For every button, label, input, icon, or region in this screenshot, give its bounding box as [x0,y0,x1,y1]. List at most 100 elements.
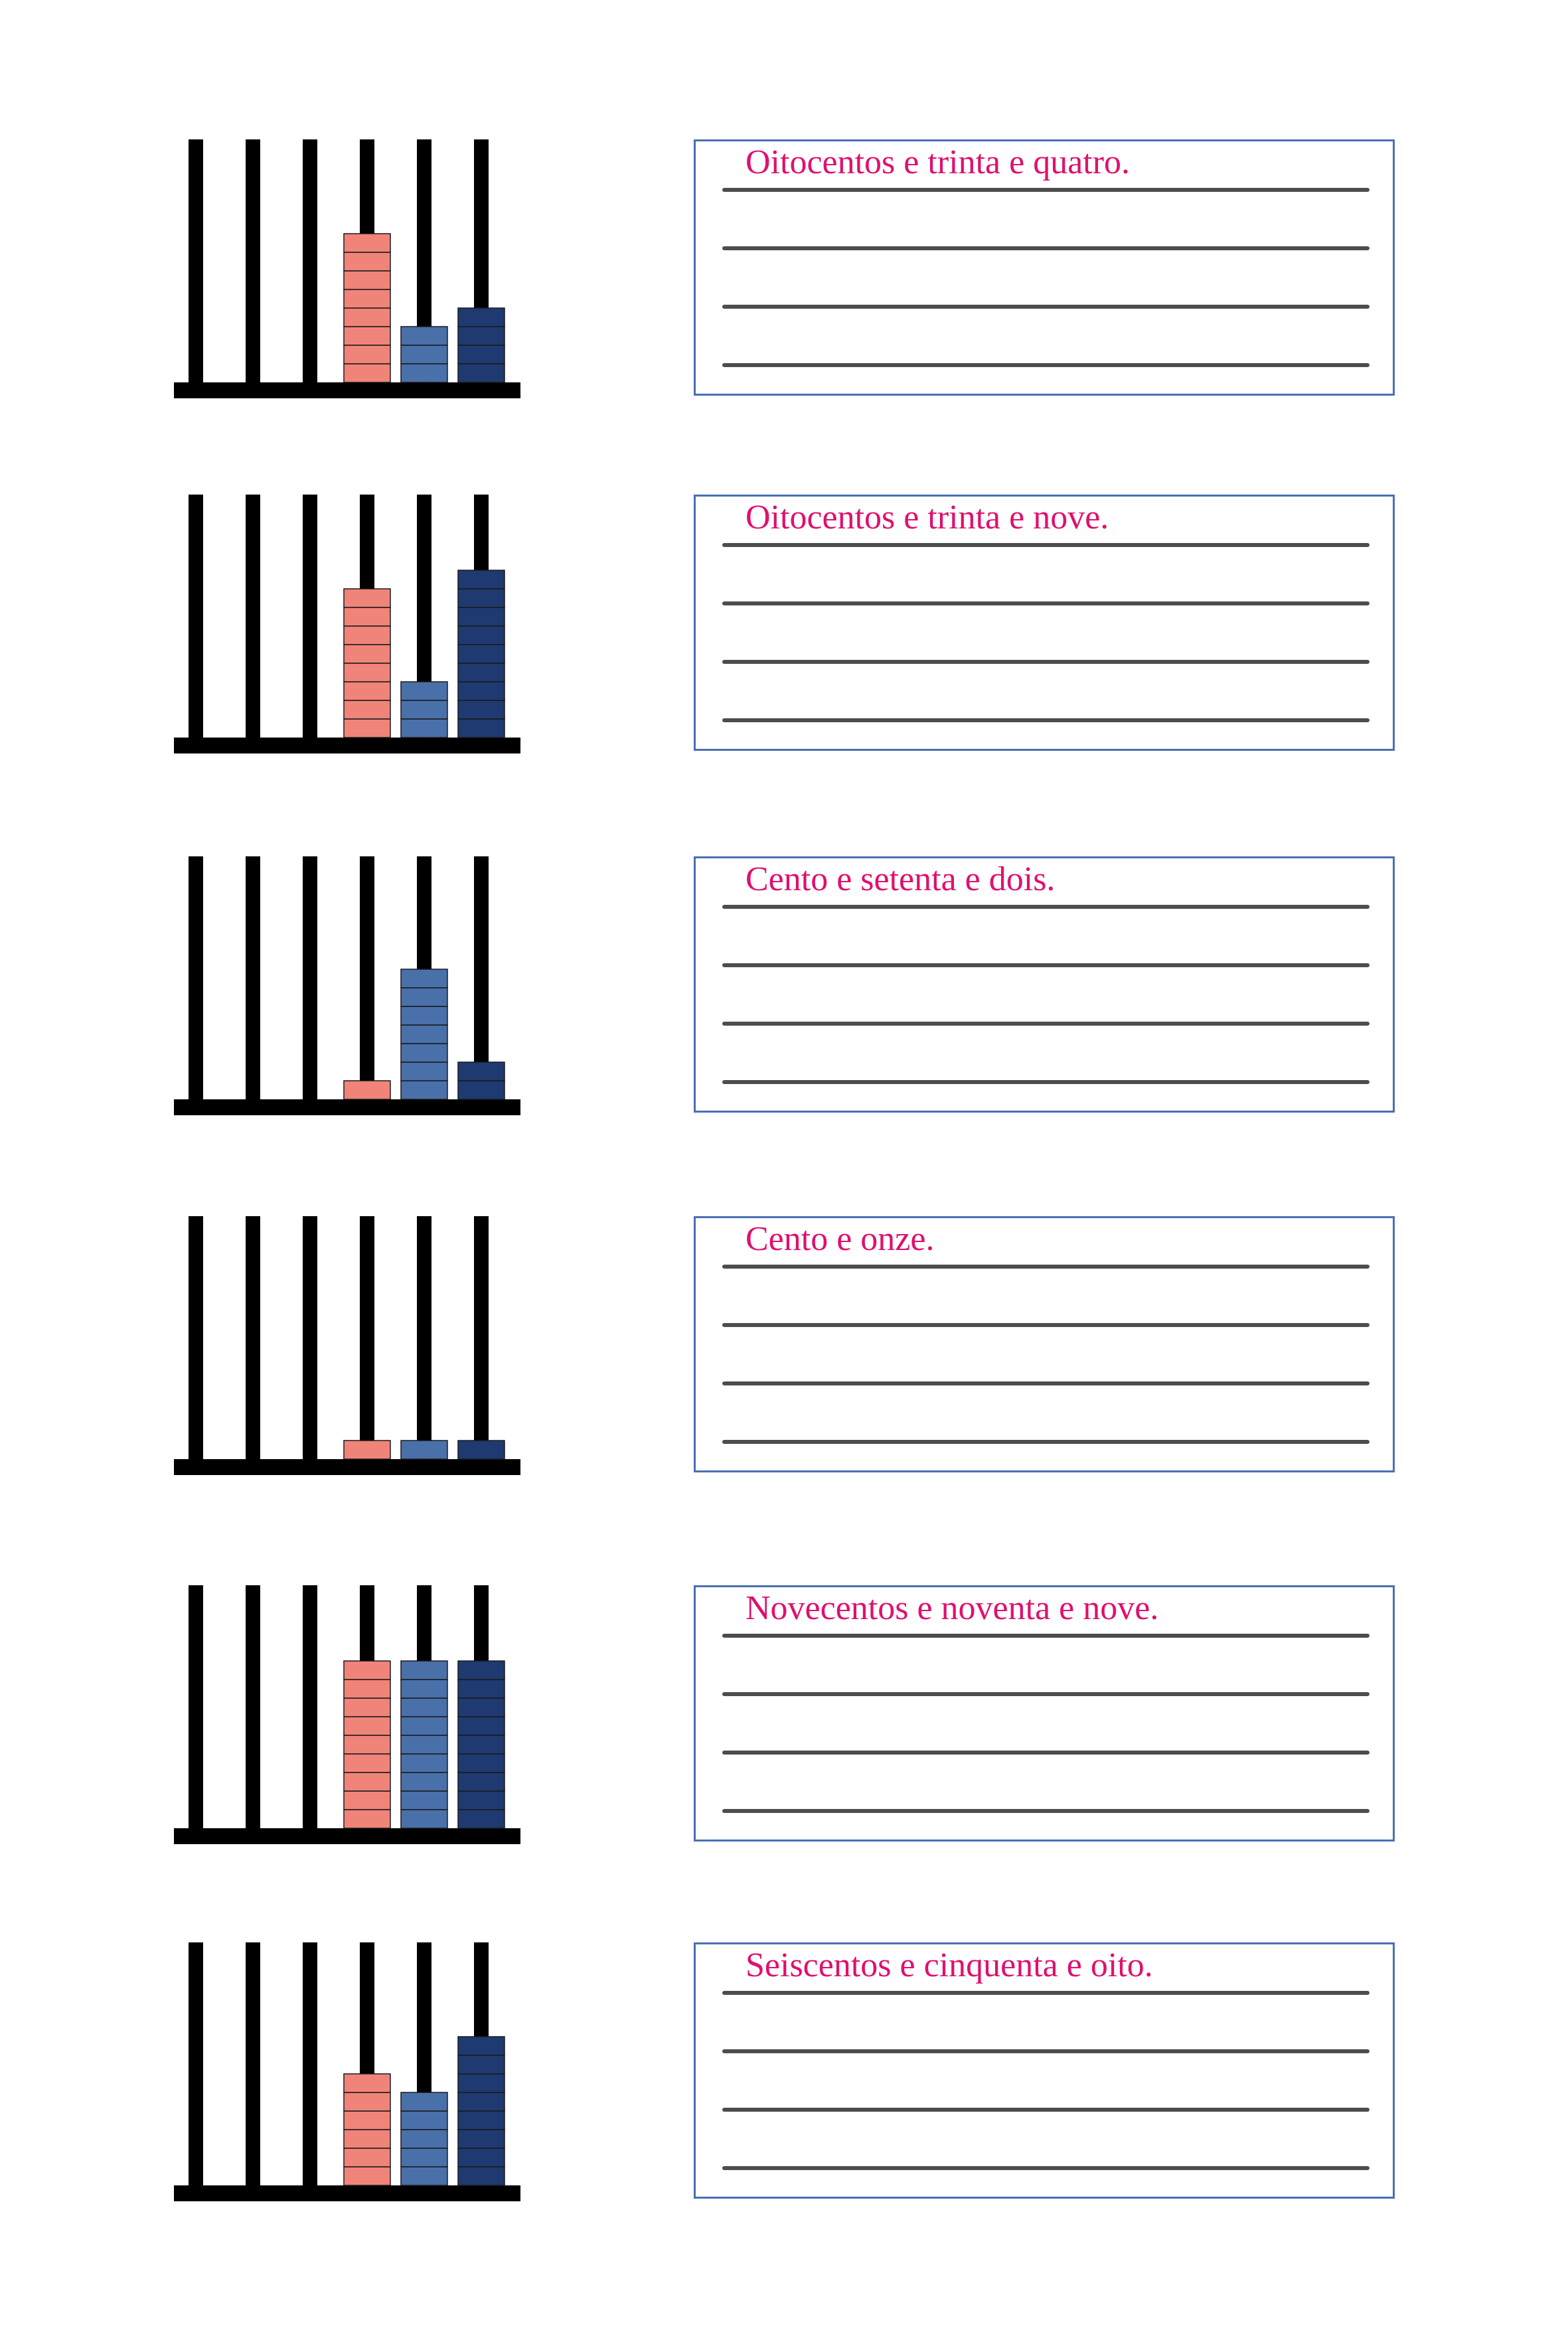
tens-bead [400,345,448,364]
hundreds-bead [343,270,391,290]
tens-bead [400,1440,448,1460]
answer-box[interactable]: Novecentos e noventa e nove. [694,1585,1395,1842]
abacus-rod [246,139,260,382]
writing-line [722,2166,1370,2170]
abacus [174,1585,520,1844]
tens-bead [400,2110,448,2130]
hundreds-bead [343,326,391,346]
tens-bead [400,1679,448,1699]
tens-bead [400,1024,448,1044]
writing-line [722,601,1370,605]
abacus-rod [189,856,203,1099]
answer-box[interactable]: Cento e setenta e dois. [694,856,1395,1113]
units-bead [457,1790,505,1810]
hundreds-bead [343,345,391,364]
tens-bead [400,1697,448,1717]
tens-bead [400,326,448,346]
hundreds-bead [343,1790,391,1810]
units-bead [457,2129,505,2149]
tens-bead [400,1061,448,1081]
hundreds-bead [343,233,391,253]
writing-line [722,363,1370,367]
units-bead [457,326,505,346]
exercise-row: Seiscentos e cinquenta e oito. [0,1942,1568,2201]
exercise-row: Cento e onze. [0,1216,1568,1475]
abacus-rod [303,1942,317,2185]
tens-bead [400,987,448,1007]
hundreds-bead [343,700,391,720]
hundreds-bead [343,1080,391,1100]
abacus-rod [417,1216,431,1459]
tens-bead [400,969,448,988]
units-bead [457,1697,505,1717]
abacus-rod [189,1942,203,2185]
hundreds-bead [343,718,391,738]
units-bead [457,663,505,682]
hundreds-bead [343,1716,391,1736]
abacus-rod [303,139,317,382]
exercise-row: Novecentos e noventa e nove. [0,1585,1568,1844]
hundreds-bead [343,1772,391,1792]
tens-bead [400,2166,448,2186]
abacus [174,1216,520,1475]
units-bead [457,700,505,720]
abacus-rod [189,495,203,738]
units-bead [457,345,505,364]
answer-box[interactable]: Oitocentos e trinta e quatro. [694,139,1395,396]
hundreds-bead [343,607,391,627]
abacus-drawing [174,1585,520,1844]
tens-bead [400,1716,448,1736]
answer-text: Cento e setenta e dois. [745,860,1056,898]
abacus-base [174,382,520,398]
hundreds-bead [343,2073,391,2093]
writing-line [722,2049,1370,2053]
tens-bead [400,2092,448,2112]
writing-line [722,1323,1370,1327]
tens-bead [400,1772,448,1792]
abacus-rod [246,495,260,738]
abacus-base [174,1828,520,1844]
hundreds-bead [343,644,391,664]
hundreds-bead [343,289,391,309]
abacus-rod [246,1216,260,1459]
hundreds-bead [343,663,391,682]
writing-line [722,718,1370,722]
tens-bead [400,363,448,383]
answer-box[interactable]: Cento e onze. [694,1216,1395,1472]
abacus-drawing [174,1942,520,2201]
answer-text: Oitocentos e trinta e nove. [745,499,1109,536]
units-bead [457,2092,505,2112]
writing-line [722,246,1370,250]
abacus-rod [360,1216,374,1459]
abacus [174,495,520,753]
units-bead [457,1061,505,1081]
hundreds-bead [343,1809,391,1829]
abacus-base [174,738,520,753]
writing-line [722,1751,1370,1755]
answer-text: Cento e onze. [745,1220,935,1258]
answer-text: Novecentos e noventa e nove. [745,1589,1159,1627]
writing-line [722,1809,1370,1813]
abacus-rod [246,1585,260,1828]
units-bead [457,1716,505,1736]
units-bead [457,1080,505,1100]
units-bead [457,1660,505,1680]
tens-bead [400,681,448,701]
writing-line [722,1440,1370,1444]
tens-bead [400,1753,448,1773]
abacus [174,139,520,398]
tens-bead [400,1080,448,1100]
hundreds-bead [343,1735,391,1755]
abacus-rod [189,1216,203,1459]
hundreds-bead [343,1697,391,1717]
hundreds-bead [343,2129,391,2149]
writing-line [722,1022,1370,1026]
abacus-rod [303,1585,317,1828]
abacus-rod [303,495,317,738]
hundreds-bead [343,588,391,608]
writing-line [722,2108,1370,2112]
answer-box[interactable]: Seiscentos e cinquenta e oito. [694,1942,1395,2199]
writing-line [722,305,1370,309]
units-bead [457,2148,505,2167]
answer-box[interactable]: Oitocentos e trinta e nove. [694,495,1395,751]
